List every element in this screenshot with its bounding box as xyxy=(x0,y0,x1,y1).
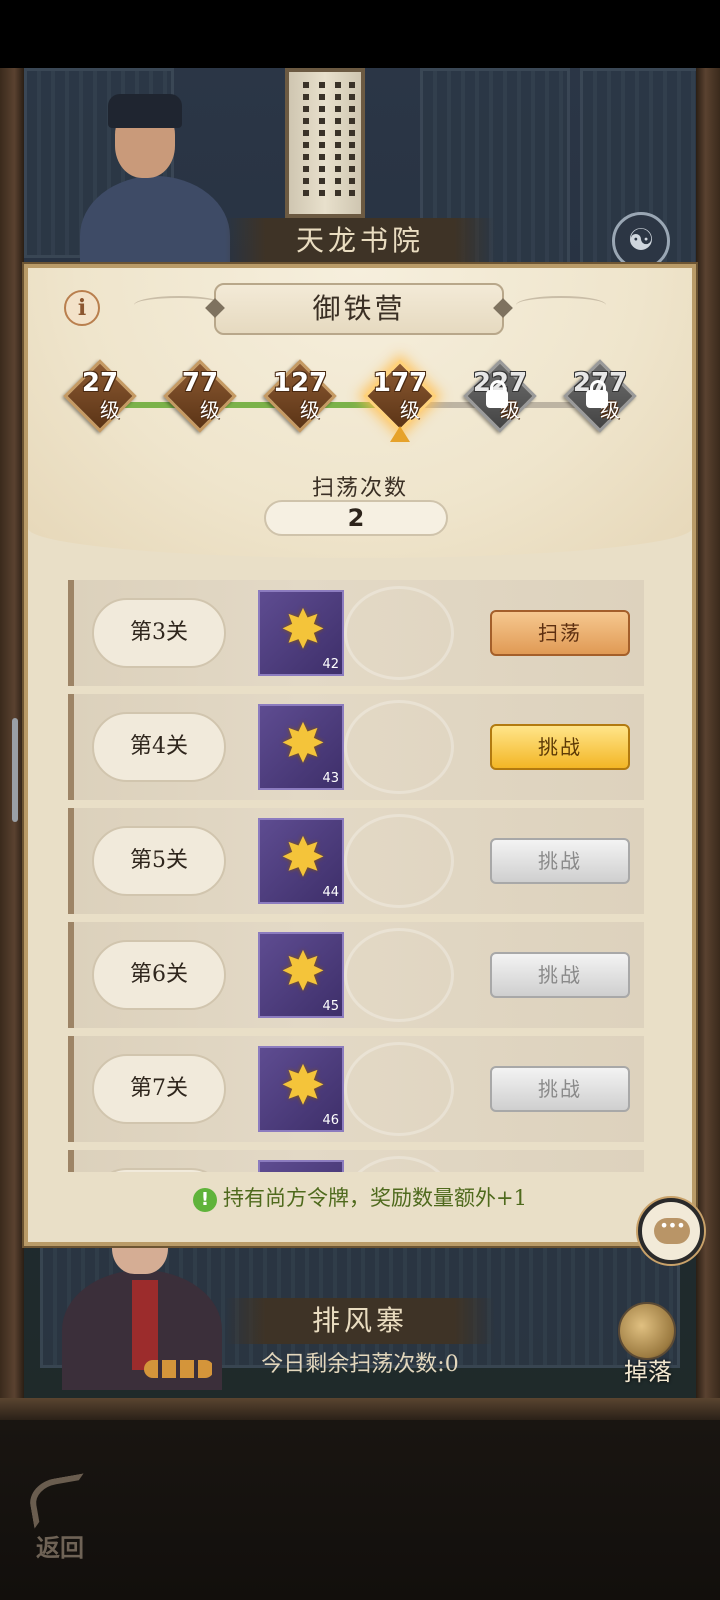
scrollbar[interactable] xyxy=(12,718,18,822)
sweep-button[interactable]: 扫荡 xyxy=(490,610,630,656)
challenge-button-disabled[interactable]: 挑战 xyxy=(490,952,630,998)
stage-name: 第3关 xyxy=(92,598,226,668)
stage-name: 第7关 xyxy=(92,1054,226,1124)
token-notice: ! 持有尚方令牌，奖励数量额外+1 xyxy=(28,1182,692,1212)
gold-star-item-icon: ✸ xyxy=(280,940,326,1003)
reward-item[interactable] xyxy=(258,1160,344,1172)
location-banner-bottom: 排风寨 xyxy=(225,1298,495,1344)
challenge-button-disabled[interactable]: 挑战 xyxy=(490,1066,630,1112)
level-node-locked[interactable]: 277 级 xyxy=(563,359,637,433)
stage-row: 第7关 ✸ 46 挑战 xyxy=(68,1036,644,1142)
level-unit: 级 xyxy=(300,398,320,422)
reward-item[interactable]: ✸ 45 xyxy=(258,932,344,1018)
chat-button[interactable] xyxy=(638,1198,704,1264)
bottom-bar xyxy=(0,1398,720,1600)
stage-name: 第6关 xyxy=(92,940,226,1010)
reward-quantity: 42 xyxy=(322,657,339,672)
dialog-title: 御铁营 xyxy=(214,283,504,335)
yinyang-icon[interactable]: ☯ xyxy=(612,212,670,270)
level-node[interactable]: 127 级 xyxy=(263,359,337,433)
level-progress: 27 级 77 级 127 级 177 级 227 级 xyxy=(63,359,658,444)
drop-button[interactable]: 掉落 xyxy=(608,1300,688,1386)
calligraphy-scroll xyxy=(285,68,365,218)
lock-icon xyxy=(486,380,508,408)
scholar-character xyxy=(70,86,240,296)
drop-label: 掉落 xyxy=(624,1358,672,1386)
stage-row: 第6关 ✸ 45 挑战 xyxy=(68,922,644,1028)
stage-row: 第5关 ✸ 44 挑战 xyxy=(68,808,644,914)
reward-quantity: 46 xyxy=(322,1113,339,1128)
reward-item[interactable]: ✸ 46 xyxy=(258,1046,344,1132)
reward-quantity: 44 xyxy=(322,885,339,900)
level-node-current[interactable]: 177 级 xyxy=(363,359,437,442)
chat-bubble-icon xyxy=(654,1216,690,1244)
lock-icon xyxy=(586,380,608,408)
reward-item[interactable]: ✸ 42 xyxy=(258,590,344,676)
stage-row-partial xyxy=(68,1150,644,1172)
reward-quantity: 43 xyxy=(322,771,339,786)
back-button[interactable]: 返回 xyxy=(20,1473,100,1574)
back-arrow-icon xyxy=(26,1473,92,1529)
sweep-count-label: 扫荡次数 xyxy=(311,476,408,501)
level-unit: 级 xyxy=(100,398,120,422)
stage-list[interactable]: 第3关 ✸ 42 扫荡 第4关 ✸ 43 挑战 第5关 ✸ 44 挑战 第6关 … xyxy=(68,580,644,1172)
level-unit: 级 xyxy=(200,398,220,422)
info-icon[interactable]: i xyxy=(64,290,100,326)
sweep-count-value: 2 xyxy=(264,500,448,536)
notice-text: 持有尚方令牌，奖励数量额外+1 xyxy=(223,1186,527,1210)
challenge-button[interactable]: 挑战 xyxy=(490,724,630,770)
dialog-header: i 御铁营 27 级 77 级 127 级 177 级 级 级 扫荡次数 2 xyxy=(28,268,692,558)
gold-star-item-icon: ✸ xyxy=(280,598,326,661)
reward-quantity: 45 xyxy=(322,999,339,1014)
status-bar xyxy=(0,0,720,68)
stage-name: 第5关 xyxy=(92,826,226,896)
progress-line-cleared xyxy=(104,402,404,408)
exclamation-icon: ! xyxy=(193,1188,218,1212)
level-node[interactable]: 27 级 xyxy=(63,359,137,433)
stage-name: 第4关 xyxy=(92,712,226,782)
level-unit: 级 xyxy=(400,398,420,422)
level-node[interactable]: 77 级 xyxy=(163,359,237,433)
cloud-ornament xyxy=(516,296,606,314)
level-node-locked[interactable]: 227 级 xyxy=(463,359,537,433)
stage-dialog: i 御铁营 27 级 77 级 127 级 177 级 级 级 扫荡次数 2 第… xyxy=(24,264,696,1246)
reward-item[interactable]: ✸ 44 xyxy=(258,818,344,904)
location-banner-top: 天龙书院 xyxy=(225,218,495,264)
gold-star-item-icon: ✸ xyxy=(280,826,326,889)
gold-star-item-icon: ✸ xyxy=(280,1054,326,1117)
frame-right xyxy=(696,68,720,1398)
current-level-marker-icon xyxy=(390,426,410,442)
stage-row: 第3关 ✸ 42 扫荡 xyxy=(68,580,644,686)
challenge-button-disabled[interactable]: 挑战 xyxy=(490,838,630,884)
reward-item[interactable]: ✸ 43 xyxy=(258,704,344,790)
stage-name-pill xyxy=(92,1168,226,1172)
stage-row: 第4关 ✸ 43 挑战 xyxy=(68,694,644,800)
gold-star-item-icon: ✸ xyxy=(280,712,326,775)
back-label: 返回 xyxy=(36,1533,84,1562)
